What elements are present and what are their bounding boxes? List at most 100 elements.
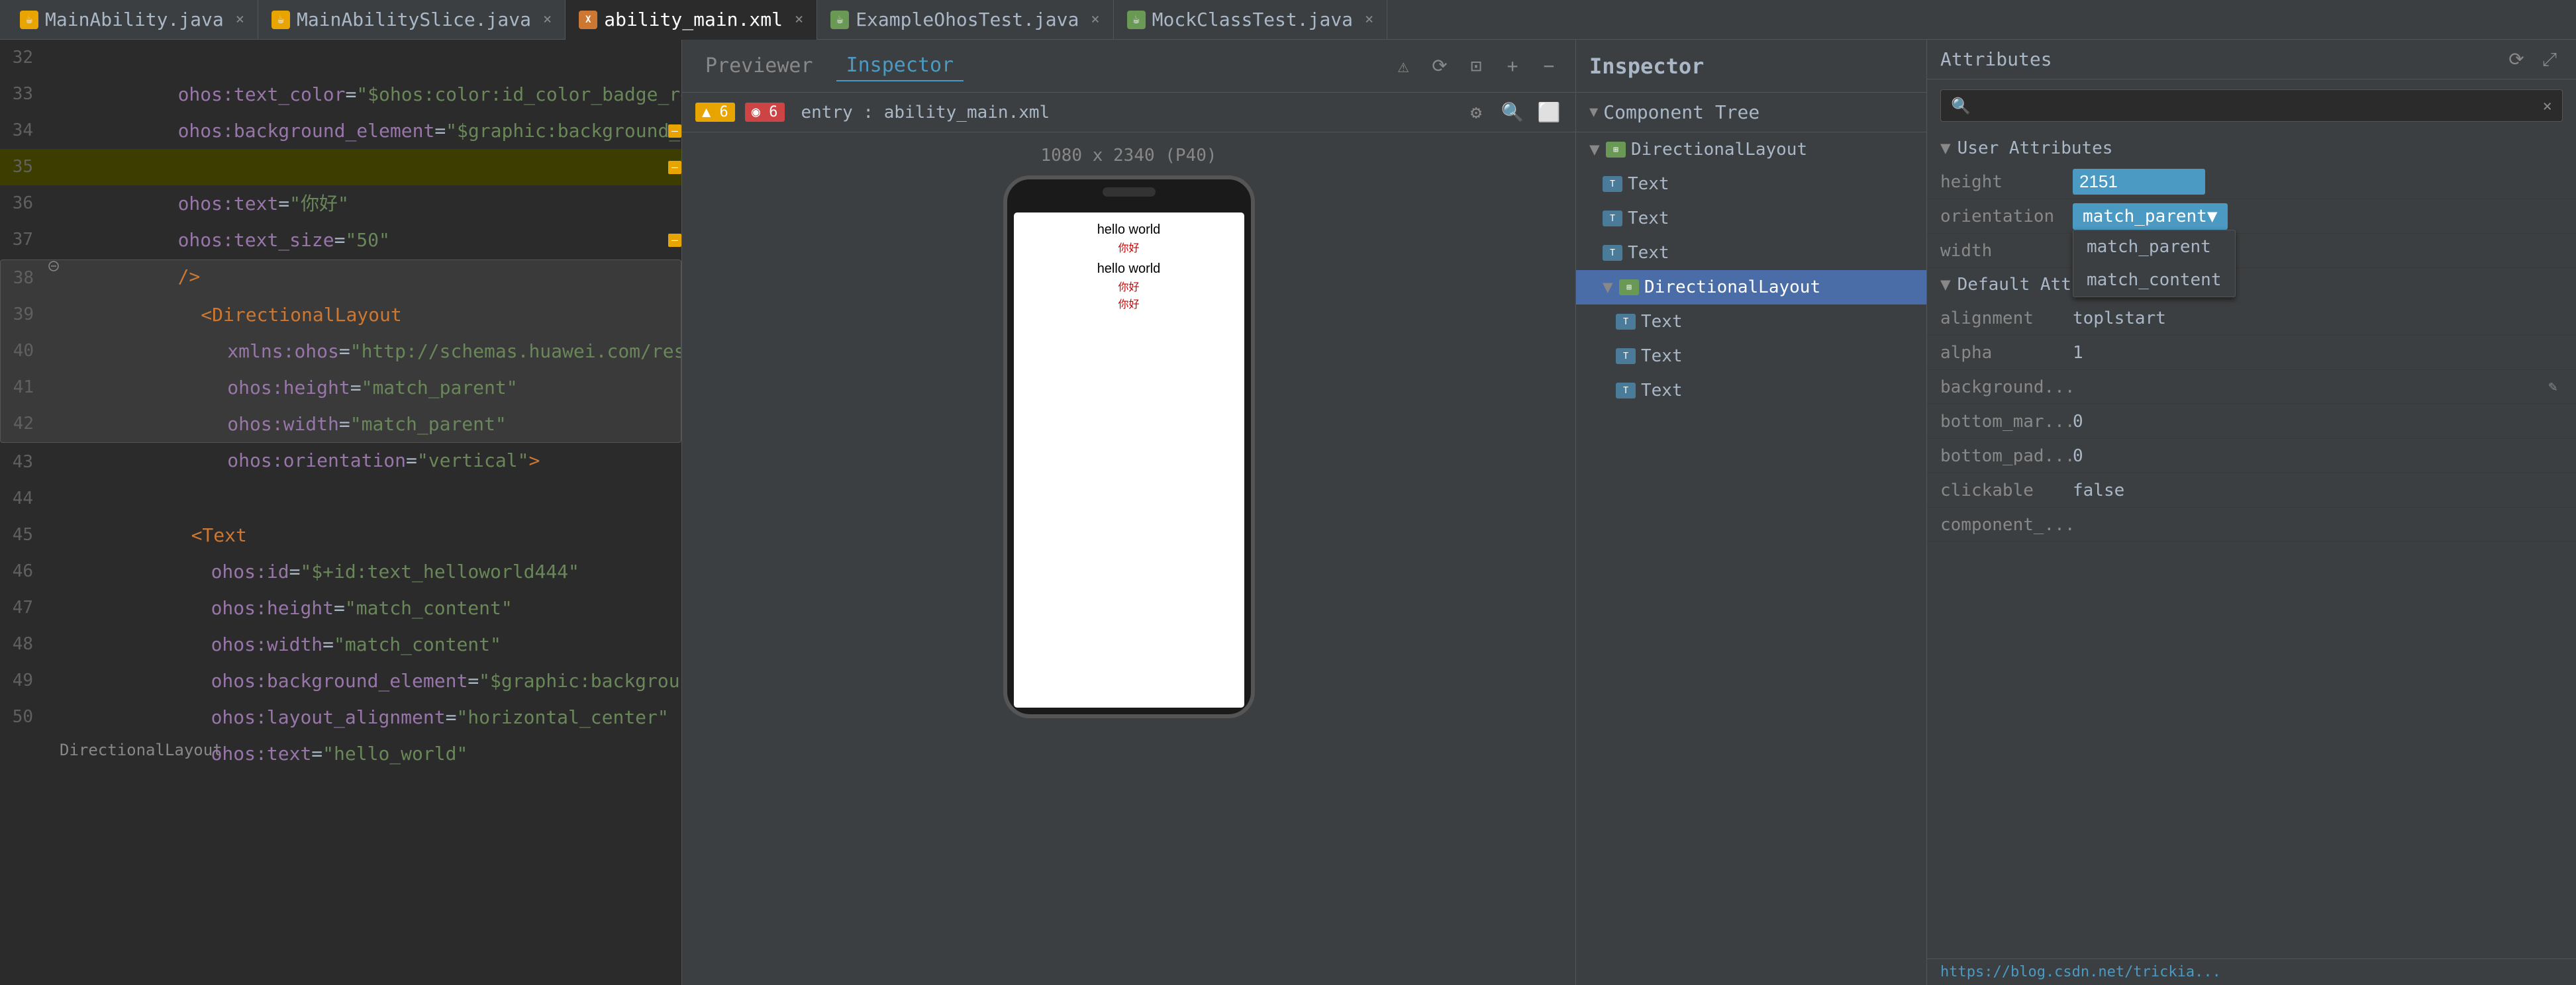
- attr-name-bottom-pad: bottom_pad...: [1940, 446, 2073, 466]
- tree-item-directional-root[interactable]: ▼ ⊞ DirectionalLayout: [1576, 132, 1926, 167]
- attributes-search-bar: 🔍 ×: [1940, 89, 2563, 122]
- attr-row-alpha: alpha 1: [1927, 336, 2576, 370]
- attr-value-height: [2073, 169, 2563, 195]
- tab-ability-main-xml-close[interactable]: ×: [795, 11, 803, 28]
- error-count: ◉ 6: [752, 104, 778, 120]
- tree-item-text-4[interactable]: T Text: [1576, 305, 1926, 339]
- inspector-header: Inspector: [1576, 40, 1926, 93]
- text-icon-5: T: [1616, 348, 1636, 364]
- attributes-header: Attributes ⟳ ⤢: [1927, 40, 2576, 79]
- tab-main-ability-slice-close[interactable]: ×: [543, 11, 552, 28]
- tab-main-ability[interactable]: ☕ MainAbility.java ×: [7, 0, 258, 40]
- tree-item-text-5[interactable]: T Text: [1576, 339, 1926, 373]
- code-line-37: 37 /> —: [0, 222, 681, 258]
- default-attributes-section-header[interactable]: ▼ Default Attributes: [1927, 268, 2576, 301]
- screen-text-hello-1: hello world: [1024, 222, 1234, 238]
- code-line-40: 40 ohos:height="match_parent": [1, 333, 681, 369]
- zoom-in-icon[interactable]: +: [1499, 53, 1526, 79]
- warning-badge: ▲ 6: [695, 103, 735, 122]
- attr-name-width: width: [1940, 241, 2073, 261]
- tree-item-directional-inner[interactable]: ▼ ⊞ DirectionalLayout: [1576, 270, 1926, 305]
- zoom-out-icon[interactable]: −: [1536, 53, 1562, 79]
- dropdown-option-match-parent[interactable]: match_parent: [2073, 230, 2235, 263]
- text-icon-4: T: [1616, 314, 1636, 330]
- search-clear-icon[interactable]: ×: [2543, 97, 2552, 115]
- attr-name-alignment: alignment: [1940, 308, 2073, 328]
- user-attributes-section-header[interactable]: ▼ User Attributes: [1927, 132, 2576, 165]
- tree-item-text-3[interactable]: T Text: [1576, 236, 1926, 270]
- attributes-search-input[interactable]: [1977, 95, 2536, 116]
- device-notch: [1103, 187, 1156, 197]
- tree-collapse-icon[interactable]: ▼: [1589, 104, 1598, 120]
- tab-mock-class[interactable]: ☕ MockClassTest.java ×: [1114, 0, 1388, 40]
- code-line-32: 32 ohos:text_color="$ohos:color:id_color…: [0, 40, 681, 76]
- warning-icon[interactable]: ⚠: [1390, 53, 1416, 79]
- tab-main-ability-close[interactable]: ×: [236, 11, 244, 28]
- zoom-fit-icon[interactable]: ⊡: [1463, 53, 1489, 79]
- entry-path: entry : ability_main.xml: [801, 103, 1050, 122]
- attr-value-alpha: 1: [2073, 343, 2563, 363]
- magnify-icon[interactable]: 🔍: [1499, 99, 1526, 126]
- tree-item-label-root: DirectionalLayout: [1631, 140, 1807, 160]
- device-frame: hello world 你好 hello world 你好 你好: [1003, 175, 1255, 718]
- code-line-41: 41 ohos:width="match_parent": [1, 369, 681, 406]
- layout-icon-root: ⊞: [1606, 142, 1626, 158]
- code-line-35: 35 ohos:text="你好" —: [0, 149, 681, 185]
- code-line-45: 45 ohos:id="$+id:text_helloworld444": [0, 517, 681, 553]
- tab-mock-class-close[interactable]: ×: [1365, 11, 1373, 28]
- entry-bar-icons: ⚙ 🔍 ⬜: [1463, 99, 1562, 126]
- tab-inspector[interactable]: Inspector: [836, 50, 964, 81]
- attr-name-clickable: clickable: [1940, 481, 2073, 500]
- attr-value-alignment: toplstart: [2073, 308, 2563, 328]
- screen-text-nihao-1: 你好: [1024, 239, 1234, 255]
- tree-item-text-1[interactable]: T Text: [1576, 167, 1926, 201]
- code-line-34: 34 ohos:layout_alignment="horizontal_cen…: [0, 113, 681, 149]
- attr-name-background: background...: [1940, 377, 2073, 397]
- tab-example-ohos-close[interactable]: ×: [1091, 11, 1099, 28]
- preview-entry-bar: ▲ 6 ◉ 6 entry : ability_main.xml ⚙ 🔍 ⬜: [682, 93, 1575, 132]
- code-line-39: 39 xmlns:ohos="http://schemas.huawei.com…: [1, 297, 681, 333]
- component-tree-title: Component Tree: [1603, 101, 1759, 123]
- xml-icon: X: [579, 11, 597, 29]
- tree-item-text-6[interactable]: T Text: [1576, 373, 1926, 408]
- text-icon-1: T: [1603, 176, 1622, 192]
- expand-icon-inner: ▼: [1603, 277, 1616, 297]
- orientation-dropdown-menu: match_parent match_content: [2073, 230, 2236, 297]
- tab-ability-main-xml-label: ability_main.xml: [604, 9, 783, 30]
- main-area: 32 ohos:text_color="$ohos:color:id_color…: [0, 40, 2576, 985]
- tab-main-ability-slice[interactable]: ☕ MainAbilitySlice.java ×: [258, 0, 566, 40]
- user-attributes-title: User Attributes: [1957, 138, 2113, 158]
- tab-previewer[interactable]: Previewer: [695, 51, 823, 81]
- preview-toolbar: Previewer Inspector ⚠ ⟳ ⊡ + −: [682, 40, 1575, 93]
- code-line-50: 50 ohos:text="hello_world": [0, 699, 681, 735]
- fold-icon[interactable]: [48, 260, 60, 272]
- attributes-sync-icon[interactable]: ⟳: [2503, 46, 2530, 73]
- background-edit-icon[interactable]: ✎: [2543, 377, 2563, 397]
- dropdown-chevron-icon: ▼: [2207, 207, 2218, 226]
- bottom-link[interactable]: https://blog.csdn.net/trickia...: [1940, 964, 2221, 980]
- java-icon-2: ☕: [272, 11, 290, 29]
- dropdown-option-match-content[interactable]: match_content: [2073, 263, 2235, 297]
- text-icon-6: T: [1616, 383, 1636, 399]
- code-line-49: 49 ohos:layout_alignment="horizontal_cen…: [0, 663, 681, 699]
- settings-icon[interactable]: ⚙: [1463, 99, 1489, 126]
- orientation-dropdown[interactable]: match_parent ▼ match_parent match_conten…: [2073, 203, 2228, 230]
- line-37-marker: —: [668, 234, 681, 247]
- attributes-expand-icon[interactable]: ⤢: [2536, 46, 2563, 73]
- attr-input-height[interactable]: [2073, 169, 2205, 195]
- orientation-dropdown-value[interactable]: match_parent ▼: [2073, 203, 2228, 230]
- attr-name-bottom-mar: bottom_mar...: [1940, 412, 2073, 432]
- tab-example-ohos[interactable]: ☕ ExampleOhosTest.java ×: [817, 0, 1113, 40]
- tree-item-text-2[interactable]: T Text: [1576, 201, 1926, 236]
- java-icon-3: ☕: [830, 11, 849, 29]
- expand-icon[interactable]: ⬜: [1536, 99, 1562, 126]
- tab-ability-main-xml[interactable]: X ability_main.xml ×: [566, 0, 817, 40]
- code-line-43: 43: [0, 444, 681, 481]
- tab-bar: ☕ MainAbility.java × ☕ MainAbilitySlice.…: [0, 0, 2576, 40]
- sync-icon[interactable]: ⟳: [1426, 53, 1453, 79]
- code-line-38: 38 <DirectionalLayout: [1, 260, 681, 297]
- attr-name-orientation: orientation: [1940, 207, 2073, 226]
- preview-area: Previewer Inspector ⚠ ⟳ ⊡ + − ▲ 6 ◉ 6 en…: [682, 40, 1576, 985]
- code-line-36: 36 ohos:text_size="50": [0, 185, 681, 222]
- attributes-title: Attributes: [1940, 48, 2052, 70]
